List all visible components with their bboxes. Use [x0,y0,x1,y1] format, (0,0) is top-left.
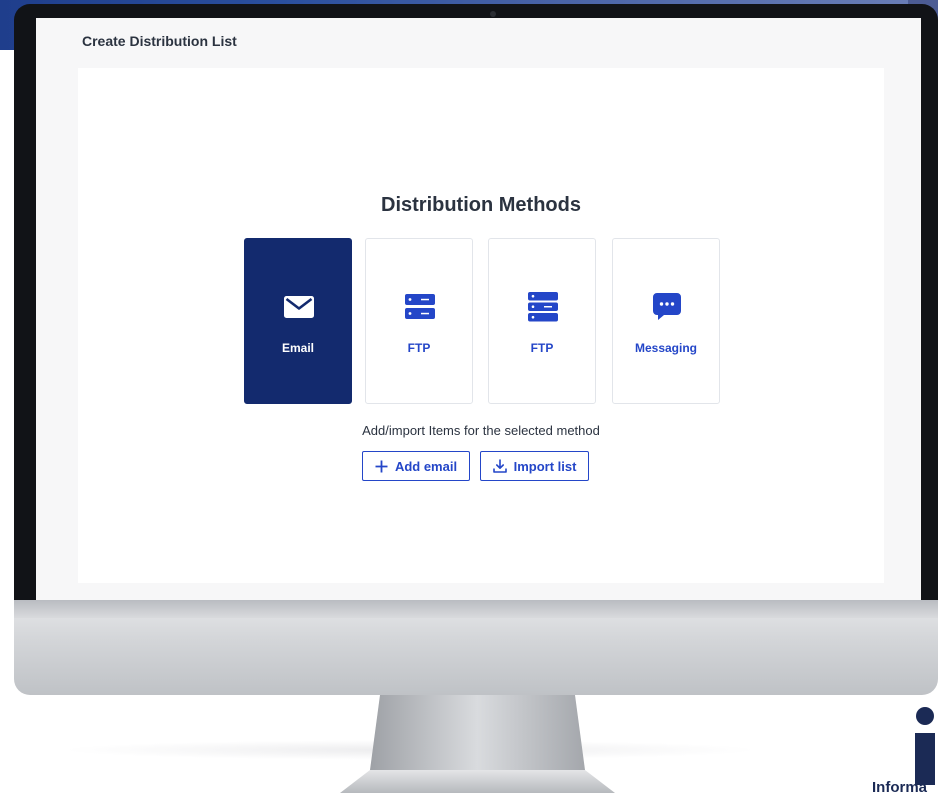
add-email-button[interactable]: Add email [362,451,470,481]
server-icon [404,292,436,322]
method-label: FTP [407,341,431,355]
method-tile-ftp-2[interactable]: FTP [488,238,596,404]
add-email-label: Add email [394,458,458,474]
plus-icon [375,460,388,473]
method-label: Messaging [634,341,697,355]
method-label: FTP [530,341,554,355]
download-icon [492,459,507,473]
content-card: Distribution Methods Email FTP FTP Messa… [78,68,884,583]
method-label: Email [281,341,314,355]
screen: Create Distribution List Distribution Me… [36,18,921,600]
import-list-label: Import list [513,458,577,474]
method-tile-email[interactable]: Email [244,238,352,404]
chat-bubble-icon [651,292,683,322]
method-tile-messaging[interactable]: Messaging [612,238,720,404]
camera-dot [490,11,496,17]
monitor-chin-shadow [14,600,938,618]
server-icon [527,292,559,322]
envelope-icon [283,292,315,322]
monitor-stand [340,695,615,793]
page-title: Create Distribution List [82,33,237,49]
logo-text: Informa [872,779,928,796]
method-tile-ftp-1[interactable]: FTP [365,238,473,404]
import-list-button[interactable]: Import list [480,451,589,481]
helper-text: Add/import Items for the selected method [362,423,600,438]
section-title: Distribution Methods [381,194,581,216]
